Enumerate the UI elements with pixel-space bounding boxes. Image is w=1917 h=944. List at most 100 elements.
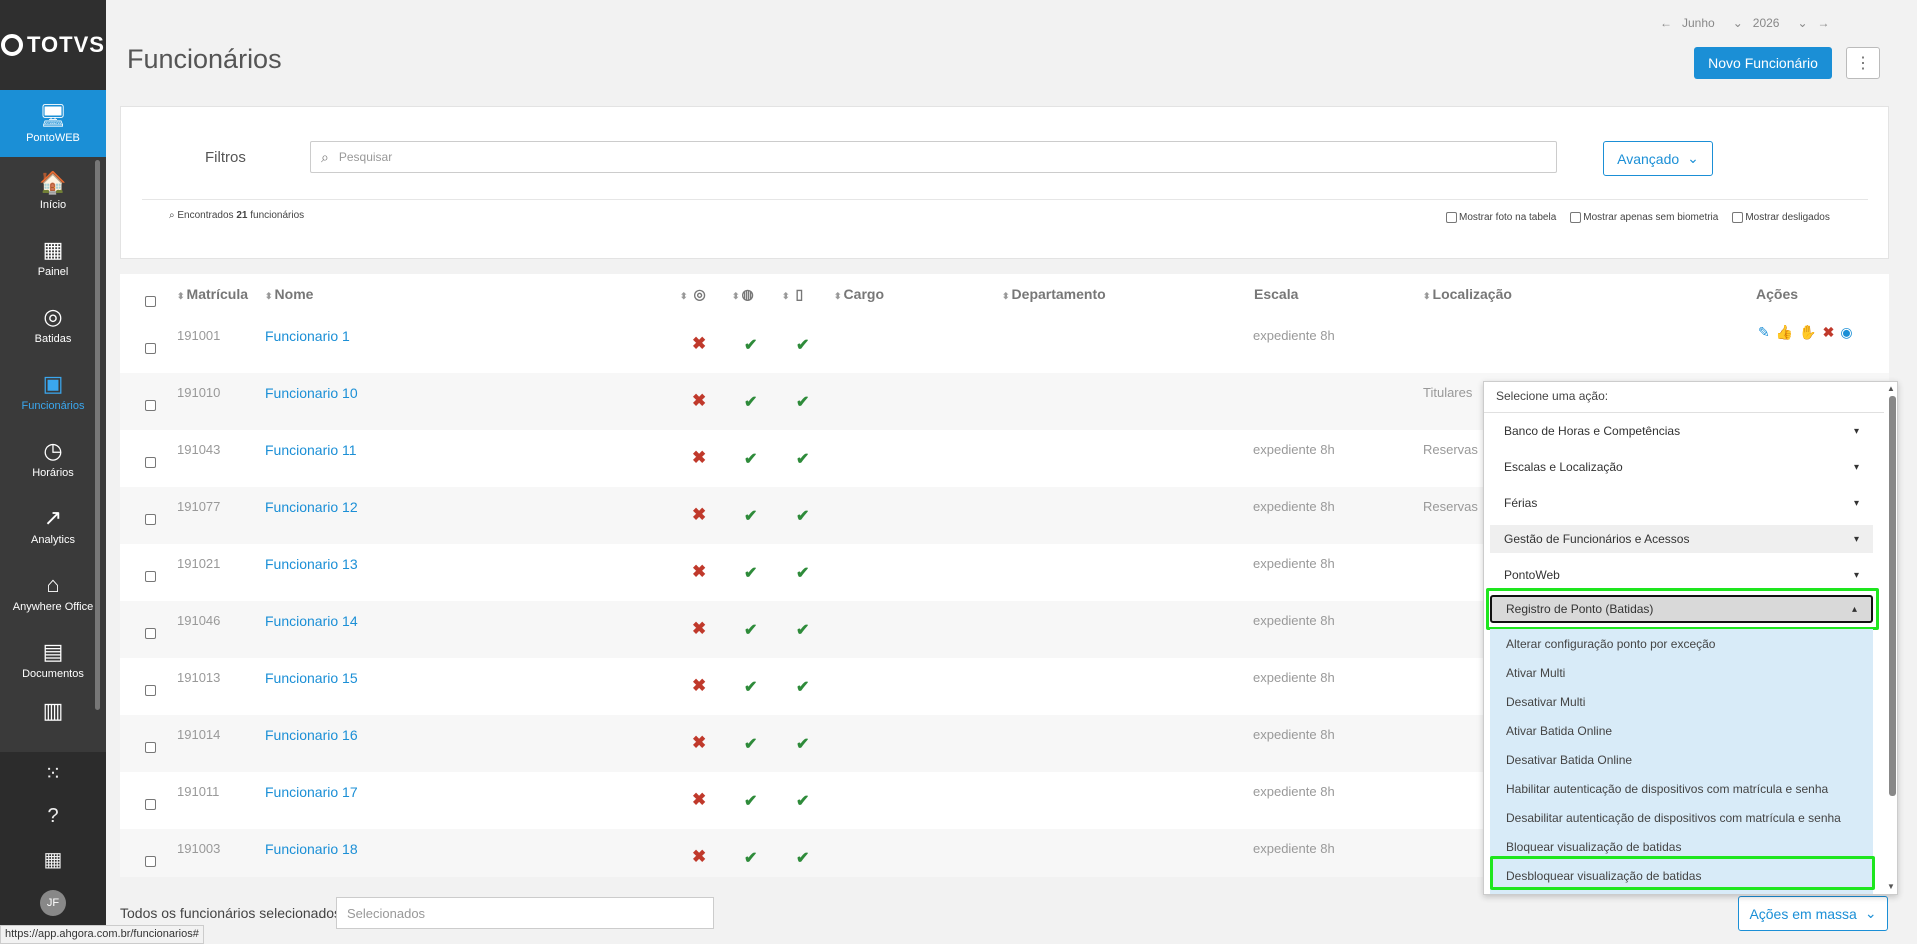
- employee-name-link[interactable]: Funcionario 17: [265, 784, 358, 800]
- menu-item-desativar-multi[interactable]: Desativar Multi: [1490, 687, 1873, 716]
- row-checkbox[interactable]: [145, 799, 156, 810]
- logo-text: TOTVS: [27, 32, 105, 57]
- select-all-checkbox[interactable]: [145, 296, 156, 307]
- row-checkbox[interactable]: [145, 742, 156, 753]
- sidebar-item-analytics[interactable]: ↗ Analytics: [0, 492, 106, 559]
- view-icon[interactable]: ◉: [1840, 324, 1852, 341]
- group-gestao-funcionarios[interactable]: Gestão de Funcionários e Acessos ▾: [1490, 525, 1873, 553]
- sidebar-item-funcionarios[interactable]: ▣ Funcionários: [0, 358, 106, 425]
- scroll-down-arrow-icon[interactable]: ▼: [1887, 882, 1895, 891]
- row-checkbox[interactable]: [145, 400, 156, 411]
- only-no-biometry-option[interactable]: Mostrar apenas sem biometria: [1570, 212, 1718, 223]
- row-checkbox[interactable]: [145, 343, 156, 354]
- column-header-cargo[interactable]: ⬍ Cargo: [834, 286, 884, 302]
- group-pontoweb[interactable]: PontoWeb ▾: [1490, 561, 1873, 589]
- show-disabled-option[interactable]: Mostrar desligados: [1732, 212, 1830, 223]
- mobile-icon: ▯: [795, 286, 804, 302]
- delete-icon[interactable]: ✖: [1823, 324, 1835, 341]
- avatar[interactable]: JF: [40, 889, 66, 916]
- hand-icon[interactable]: ✋: [1799, 324, 1816, 341]
- calculator-icon: ▥: [42, 698, 64, 723]
- menu-item-alterar-ponto-excecao[interactable]: Alterar configuração ponto por exceção: [1490, 629, 1873, 658]
- sidebar-item-pontoweb[interactable]: 🖥 PontoWEB: [0, 90, 106, 157]
- selected-input[interactable]: Selecionados: [336, 897, 714, 929]
- found-suffix: funcionários: [250, 210, 305, 221]
- row-checkbox[interactable]: [145, 685, 156, 696]
- show-photo-checkbox[interactable]: [1446, 212, 1457, 223]
- chevron-down-icon: ▾: [1853, 425, 1859, 437]
- row-checkbox[interactable]: [145, 457, 156, 468]
- show-photo-option[interactable]: Mostrar foto na tabela: [1446, 212, 1556, 223]
- sidebar-item-calculator[interactable]: ▥: [0, 693, 106, 733]
- next-month-arrow-icon[interactable]: →: [1818, 16, 1830, 30]
- menu-item-habilitar-autenticacao[interactable]: Habilitar autenticação de dispositivos c…: [1490, 774, 1873, 803]
- company-icon[interactable]: ▦: [0, 838, 106, 881]
- new-employee-button[interactable]: Novo Funcionário: [1694, 47, 1832, 79]
- check-icon: ✔: [744, 622, 758, 639]
- menu-item-ativar-multi[interactable]: Ativar Multi: [1490, 658, 1873, 687]
- employee-name-link[interactable]: Funcionario 12: [265, 499, 358, 515]
- group-ferias[interactable]: Férias ▾: [1490, 489, 1873, 517]
- all-selected-label: Todos os funcionários selecionados: [120, 905, 342, 921]
- row-checkbox[interactable]: [145, 514, 156, 525]
- menu-item-ativar-batida-online[interactable]: Ativar Batida Online: [1490, 716, 1873, 745]
- employee-name-link[interactable]: Funcionario 10: [265, 385, 358, 401]
- show-disabled-checkbox[interactable]: [1732, 212, 1744, 223]
- column-header-device[interactable]: ⬍ ▯: [782, 286, 803, 303]
- employee-name-link[interactable]: Funcionario 15: [265, 670, 358, 686]
- employee-name-link[interactable]: Funcionario 18: [265, 841, 358, 857]
- column-header-departamento[interactable]: ⬍ Departamento: [1002, 286, 1106, 302]
- chevron-down-icon: ⌄: [1797, 16, 1808, 30]
- sidebar-item-label: Horários: [32, 466, 74, 479]
- sidebar-item-painel[interactable]: ▦ Painel: [0, 224, 106, 291]
- help-icon[interactable]: ?: [0, 795, 106, 838]
- dropdown-scrollbar[interactable]: [1889, 396, 1896, 796]
- sidebar-item-batidas[interactable]: ◎ Batidas: [0, 291, 106, 358]
- period-selector: ← Junho ⌄ 2026 ⌄ →: [1660, 16, 1830, 30]
- column-header-biometry[interactable]: ⬍ ◎: [680, 286, 706, 303]
- mass-actions-button[interactable]: Ações em massa ⌄: [1738, 896, 1888, 931]
- column-header-nome[interactable]: ⬍ Nome: [265, 286, 313, 302]
- employee-name-link[interactable]: Funcionario 1: [265, 328, 350, 344]
- sidebar-item-horarios[interactable]: ◷ Horários: [0, 425, 106, 492]
- thumbs-up-icon[interactable]: 👍: [1776, 324, 1793, 341]
- only-no-biometry-checkbox[interactable]: [1570, 212, 1582, 223]
- employee-name-link[interactable]: Funcionario 16: [265, 727, 358, 743]
- group-escalas-localizacao[interactable]: Escalas e Localização ▾: [1490, 453, 1873, 481]
- edit-icon[interactable]: ✎: [1758, 324, 1770, 341]
- matricula-cell: 191011: [177, 784, 220, 799]
- check-icon: ✔: [796, 565, 810, 582]
- mass-actions-label: Ações em massa: [1749, 905, 1857, 922]
- month-select[interactable]: Junho ⌄: [1682, 16, 1743, 30]
- row-checkbox[interactable]: [145, 628, 156, 639]
- cross-icon: ✖: [692, 505, 707, 524]
- escala-cell: expediente 8h: [1253, 328, 1335, 343]
- row-checkbox[interactable]: [145, 571, 156, 582]
- scroll-up-arrow-icon[interactable]: ▲: [1887, 384, 1895, 393]
- sidebar-scrollbar[interactable]: [95, 160, 100, 710]
- sidebar-item-documentos[interactable]: ▤ Documentos: [0, 626, 106, 693]
- sidebar-item-anywhere-office[interactable]: ⌂ Anywhere Office: [0, 559, 106, 626]
- sort-icon: ⬍: [177, 291, 185, 301]
- search-input[interactable]: ⌕ Pesquisar: [310, 141, 1557, 173]
- previous-month-arrow-icon[interactable]: ←: [1660, 16, 1672, 30]
- group-banco-de-horas[interactable]: Banco de Horas e Competências ▾: [1490, 417, 1873, 445]
- escala-cell: expediente 8h: [1253, 841, 1335, 856]
- employee-name-link[interactable]: Funcionario 11: [265, 442, 357, 458]
- column-header-matricula[interactable]: ⬍ Matrícula: [177, 286, 248, 302]
- year-select[interactable]: 2026 ⌄: [1753, 16, 1808, 30]
- more-options-button[interactable]: ⋮: [1846, 47, 1880, 79]
- advanced-filter-button[interactable]: Avançado ⌄: [1603, 141, 1713, 176]
- menu-item-desabilitar-autenticacao[interactable]: Desabilitar autenticação de dispositivos…: [1490, 803, 1873, 832]
- sidebar-item-inicio[interactable]: 🏠 Início: [0, 157, 106, 224]
- highlight-box: [1486, 588, 1879, 630]
- totvs-logo[interactable]: TOTVS: [0, 0, 106, 90]
- employee-name-link[interactable]: Funcionario 13: [265, 556, 358, 572]
- sidebar: TOTVS 🖥 PontoWEB 🏠 Início ▦ Painel ◎ Bat…: [0, 0, 106, 944]
- column-header-localizacao[interactable]: ⬍ Localização: [1423, 286, 1512, 302]
- row-checkbox[interactable]: [145, 856, 156, 867]
- column-header-online[interactable]: ⬍ ◍: [732, 286, 754, 303]
- apps-grid-icon[interactable]: ⁙: [0, 752, 106, 795]
- employee-name-link[interactable]: Funcionario 14: [265, 613, 358, 629]
- menu-item-desativar-batida-online[interactable]: Desativar Batida Online: [1490, 745, 1873, 774]
